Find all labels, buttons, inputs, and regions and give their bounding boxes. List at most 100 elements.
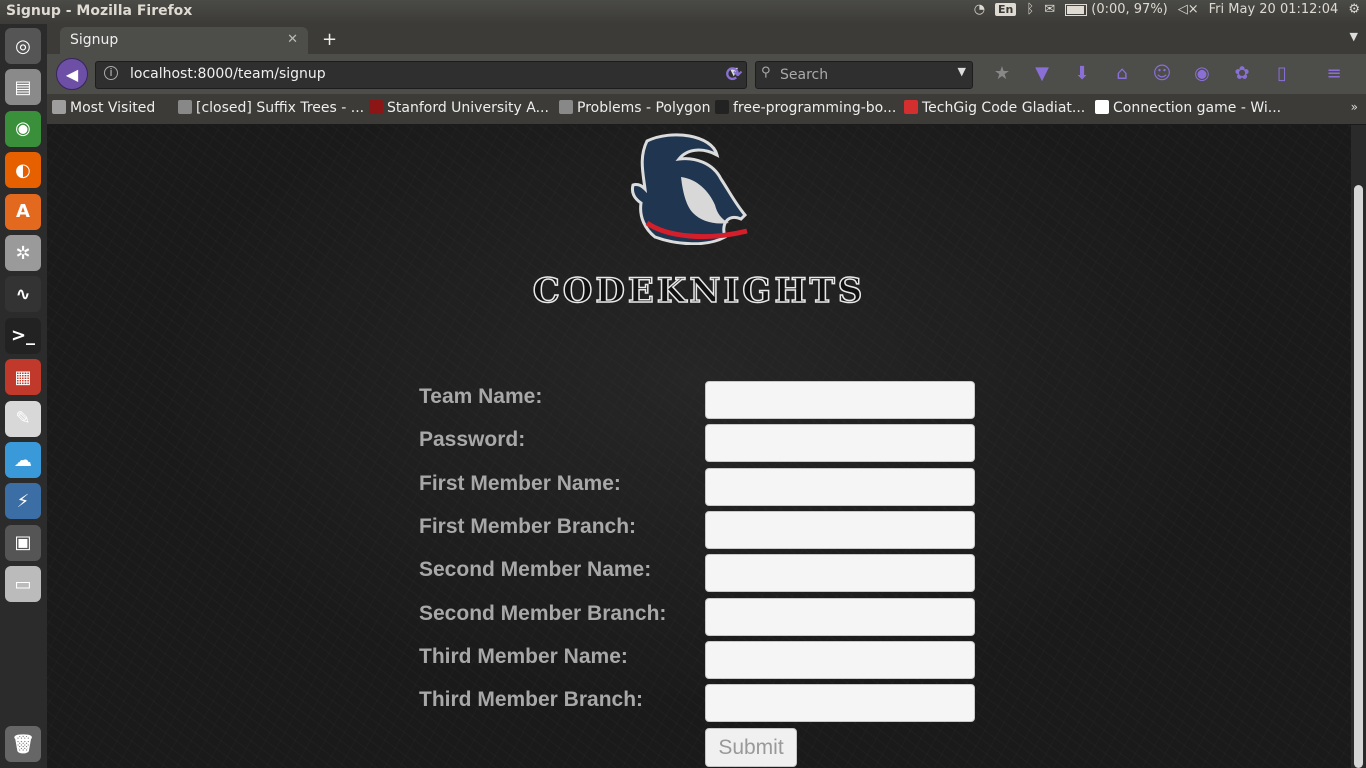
password-input[interactable] (705, 424, 975, 463)
bookmark-item[interactable]: Connection game - Wi... (1095, 100, 1281, 116)
clock[interactable]: Fri May 20 01:12:04 (1209, 2, 1339, 17)
first-member-branch-input[interactable] (705, 510, 975, 549)
search-input[interactable] (778, 64, 952, 86)
workspaces-icon[interactable]: ▦ (5, 359, 41, 396)
first-member-branch-label: First Member Branch: (419, 514, 637, 538)
search-icon: ⚲ (761, 65, 771, 80)
stanford-icon (369, 100, 383, 114)
menu-hamburger-icon[interactable]: ≡ (1314, 62, 1354, 86)
bookmark-label: Stanford University A... (387, 100, 549, 116)
bookmark-label: Problems - Polygon (577, 100, 711, 116)
software-center-icon[interactable]: A (5, 193, 41, 230)
bookmark-label: [closed] Suffix Trees - ... (196, 100, 365, 116)
techgig-icon (904, 100, 918, 114)
url-bar[interactable]: i localhost:8000/team/signup ▼ (95, 61, 747, 89)
new-tab-button[interactable]: + (322, 29, 337, 50)
tab-label: Signup (70, 32, 119, 48)
bookmark-star-icon[interactable]: ★ (982, 62, 1022, 86)
page-viewport: CODEKNIGHTS Team Name: Password: First Mem… (47, 125, 1351, 768)
mail-icon[interactable]: ✉ (1044, 2, 1055, 17)
clipboard-icon[interactable]: ▯ (1262, 62, 1302, 86)
bookmarks-toolbar: » Most Visited [closed] Suffix Trees - ..… (47, 94, 1366, 124)
third-member-name-label: Third Member Name: (419, 644, 628, 668)
messenger-icon[interactable]: ◉ (1182, 62, 1222, 86)
chrome-icon[interactable]: ◉ (5, 110, 41, 147)
chat-icon[interactable]: ☺ (1142, 62, 1182, 86)
settings-gear-icon[interactable]: ⚙ (1348, 2, 1360, 17)
page-scrollbar[interactable] (1351, 125, 1366, 768)
bookmark-item[interactable]: Stanford University A... (369, 100, 549, 116)
terminal-icon[interactable]: >_ (5, 317, 41, 354)
site-info-icon[interactable]: i (104, 66, 118, 80)
first-member-name-label: First Member Name: (419, 471, 621, 495)
bookmark-label: TechGig Code Gladiat... (922, 100, 1086, 116)
firefox-icon[interactable]: ◐ (5, 152, 41, 189)
globe-icon (559, 100, 573, 114)
python-icon[interactable]: ⚡ (5, 483, 41, 520)
url-text: localhost:8000/team/signup (130, 66, 326, 82)
ubuntu-dash-icon[interactable]: ◎ (5, 28, 41, 64)
bookmark-item[interactable]: [closed] Suffix Trees - ... (178, 100, 364, 116)
bookmark-label: Most Visited (70, 100, 156, 116)
mindmap-icon[interactable]: ☁ (5, 442, 41, 478)
wikipedia-icon (1095, 100, 1109, 114)
third-member-branch-input[interactable] (705, 684, 975, 723)
password-label: Password: (419, 428, 526, 452)
search-engine-dropdown-icon[interactable]: ▼ (958, 65, 966, 78)
team-name-input[interactable] (705, 381, 975, 419)
nav-bar: ◀ i localhost:8000/team/signup ▼ ⟳ ⚲ ▼ ★… (47, 54, 1366, 94)
tab-signup[interactable]: Signup ✕ (60, 27, 308, 54)
bookmark-item[interactable]: Problems - Polygon (559, 100, 711, 116)
team-name-label: Team Name: (419, 385, 543, 408)
wifi-icon[interactable]: ◔ (974, 2, 985, 17)
extension-icon[interactable]: ✿ (1222, 62, 1262, 86)
files-icon[interactable]: ▤ (5, 69, 41, 106)
top-panel: Signup - Mozilla Firefox ◔ En ᛒ ✉ (0:00,… (0, 0, 1366, 24)
github-icon (715, 100, 729, 114)
system-settings-icon[interactable]: ✲ (5, 235, 41, 271)
third-member-name-input[interactable] (705, 640, 975, 679)
globe-icon (178, 100, 192, 114)
battery-icon (1065, 3, 1088, 16)
system-tray: ◔ En ᛒ ✉ (0:00, 97%) ◁× Fri May 20 01:12… (974, 2, 1360, 17)
second-member-branch-label: Second Member Branch: (419, 601, 667, 625)
bookmark-item[interactable]: free-programming-bo... (715, 100, 896, 116)
keyboard-layout-indicator[interactable]: En (995, 3, 1017, 16)
submit-button[interactable]: Submit (705, 728, 797, 767)
bookmark-item[interactable]: Most Visited (52, 100, 155, 116)
home-icon[interactable]: ⌂ (1102, 62, 1142, 86)
bookmark-item[interactable]: TechGig Code Gladiat... (904, 100, 1085, 116)
bookmark-label: free-programming-bo... (733, 100, 897, 116)
second-member-name-input[interactable] (705, 554, 975, 593)
battery-indicator[interactable]: (0:00, 97%) (1065, 2, 1168, 17)
toolbar-icons: ★ ▼ ⬇ ⌂ ☺ ◉ ✿ ▯ ≡ (982, 62, 1354, 86)
search-bar[interactable]: ⚲ ▼ (755, 61, 973, 89)
second-member-name-label: Second Member Name: (419, 558, 652, 582)
first-member-name-input[interactable] (705, 467, 975, 506)
bluetooth-icon[interactable]: ᛒ (1026, 2, 1034, 17)
text-editor-icon[interactable]: ✎ (5, 400, 41, 437)
tab-bar: Signup ✕ + ▼ (47, 24, 1366, 54)
bookmarks-overflow-icon[interactable]: » (1351, 100, 1358, 114)
downloads-icon[interactable]: ⬇ (1062, 62, 1102, 86)
pocket-icon[interactable]: ▼ (1022, 62, 1062, 86)
volume-icon[interactable]: ◁× (1178, 2, 1199, 17)
app-icon[interactable]: ▣ (5, 524, 41, 561)
scrollbar-thumb[interactable] (1354, 185, 1363, 768)
trash-icon[interactable]: 🗑 (5, 726, 41, 762)
tab-list-chevron-icon[interactable]: ▼ (1350, 30, 1358, 43)
tab-close-icon[interactable]: ✕ (287, 32, 298, 47)
launcher: ◎ ▤ ◉ ◐ A ✲ ∿ >_ ▦ ✎ ☁ ⚡ ▣ ▭ 🗑 (0, 24, 48, 768)
folder-icon (52, 100, 66, 114)
spartan-helmet-logo (631, 133, 748, 245)
back-button[interactable]: ◀ (56, 58, 88, 90)
second-member-branch-input[interactable] (705, 597, 975, 636)
back-arrow-icon: ◀ (65, 64, 79, 84)
system-monitor-icon[interactable]: ∿ (5, 276, 41, 313)
battery-text: (0:00, 97%) (1091, 2, 1168, 17)
reload-button[interactable]: ⟳ (721, 61, 747, 87)
third-member-branch-label: Third Member Branch: (419, 688, 644, 712)
bookmark-label: Connection game - Wi... (1113, 100, 1282, 116)
window-title: Signup - Mozilla Firefox (6, 3, 193, 19)
drive-icon[interactable]: ▭ (5, 566, 41, 603)
